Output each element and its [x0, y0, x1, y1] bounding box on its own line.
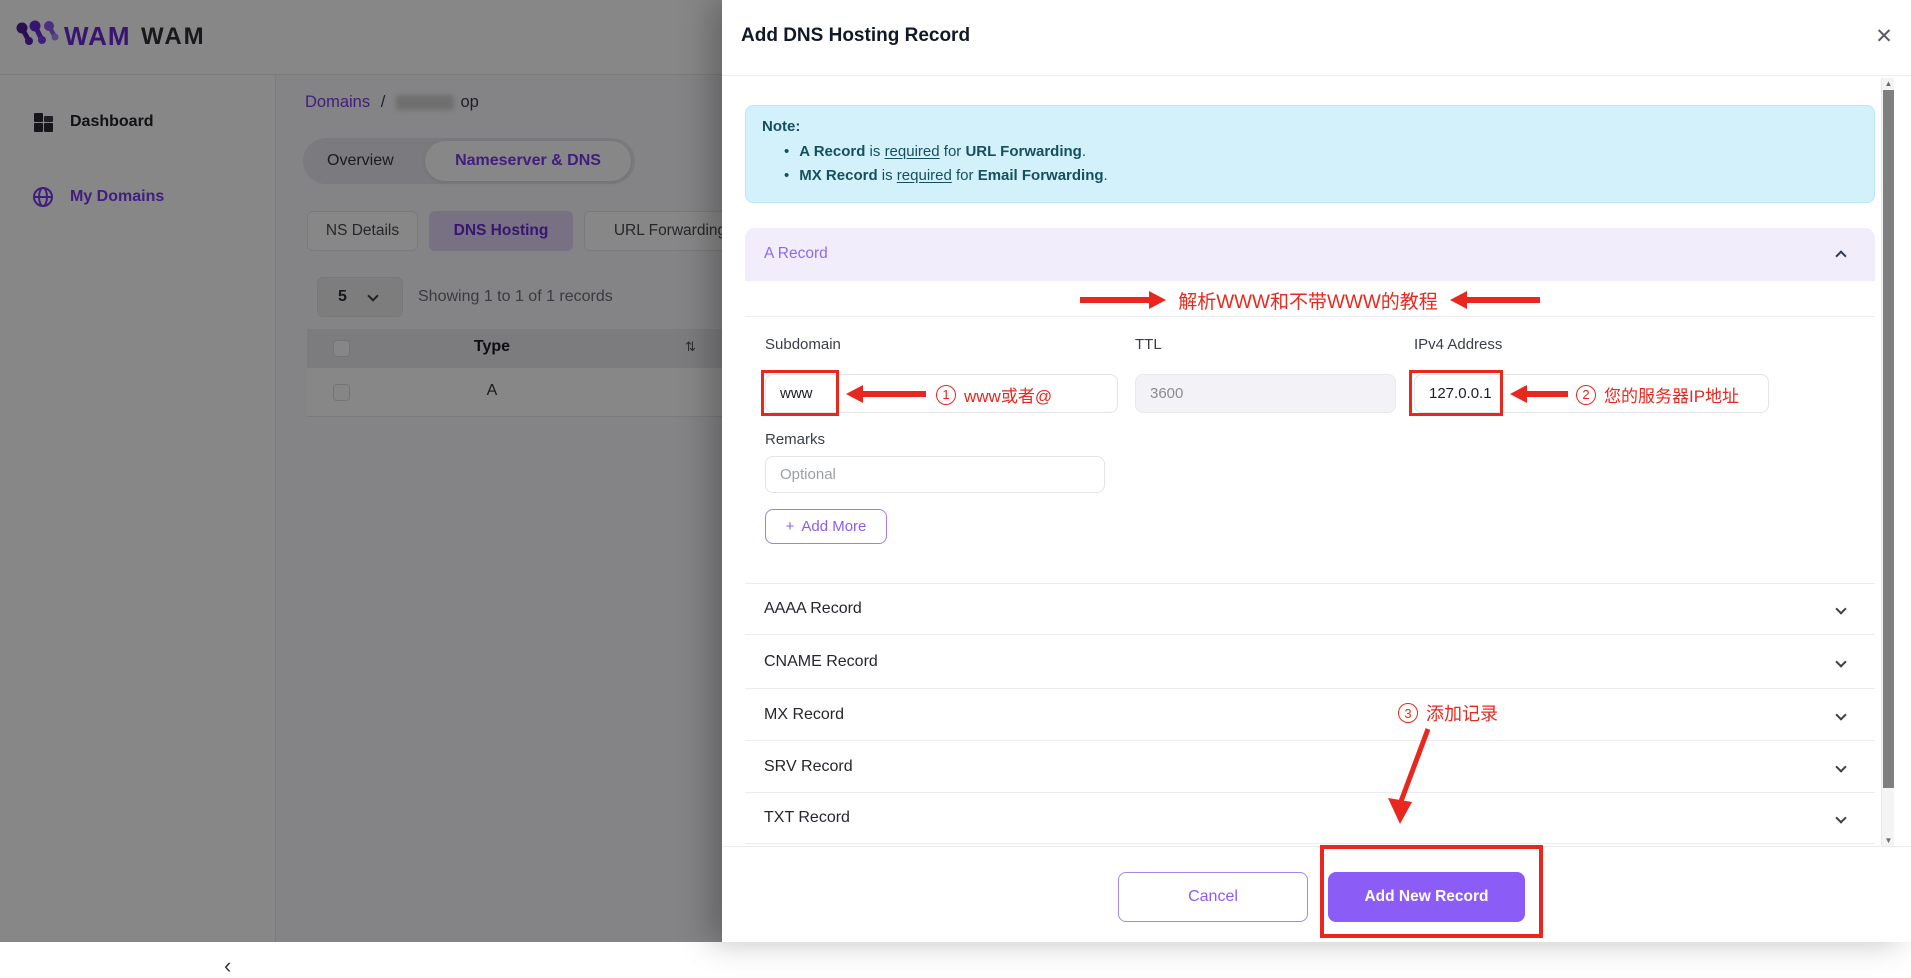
- scrollbar-thumb[interactable]: [1883, 90, 1894, 788]
- add-dns-record-modal: Add DNS Hosting Record ✕ Note: • A Recor…: [722, 0, 1911, 942]
- header-divider: [722, 75, 1911, 76]
- tutorial-annotation: 解析WWW和不带WWW的教程: [745, 286, 1875, 314]
- accordion-cname-record[interactable]: CNAME Record: [745, 634, 1875, 688]
- step1-number: 1: [936, 385, 956, 405]
- accordion-srv-record[interactable]: SRV Record: [745, 740, 1875, 792]
- bullet-icon: •: [784, 167, 789, 184]
- ttl-input[interactable]: [1135, 374, 1396, 413]
- accordion-title: A Record: [764, 245, 828, 263]
- add-new-record-button[interactable]: Add New Record: [1328, 872, 1525, 922]
- accordion-mx-record[interactable]: MX Record: [745, 688, 1875, 740]
- plus-icon: +: [786, 518, 795, 535]
- chevron-down-icon: [1835, 761, 1846, 772]
- note-item-a-record: • A Record is required for URL Forwardin…: [784, 143, 1086, 160]
- red-arrow-right-icon: [1080, 291, 1166, 309]
- note-box: Note: • A Record is required for URL For…: [745, 105, 1875, 203]
- ttl-label: TTL: [1135, 336, 1162, 353]
- chevron-down-icon: [1835, 656, 1846, 667]
- remarks-input[interactable]: [765, 456, 1105, 493]
- chevron-down-icon: [1835, 812, 1846, 823]
- remarks-label: Remarks: [765, 431, 825, 448]
- step3-number: 3: [1398, 703, 1418, 723]
- step3-text: 添加记录: [1426, 700, 1498, 726]
- red-arrow-left-icon: [1450, 291, 1540, 309]
- step1-annotation: 1 www或者@: [936, 382, 1052, 407]
- scroll-up-icon[interactable]: ▲: [1882, 79, 1895, 88]
- step2-number: 2: [1576, 385, 1596, 405]
- add-more-button[interactable]: + Add More: [765, 509, 887, 544]
- ipv4-label: IPv4 Address: [1414, 336, 1502, 353]
- note-item-mx-record: • MX Record is required for Email Forwar…: [784, 167, 1108, 184]
- modal-scrollbar[interactable]: ▲ ▼: [1881, 78, 1894, 846]
- accordion-a-record[interactable]: A Record: [745, 228, 1875, 281]
- red-arrow-left-icon: [1510, 385, 1568, 403]
- scroll-down-icon[interactable]: ▼: [1882, 836, 1895, 845]
- chevron-down-icon: [1835, 709, 1846, 720]
- tutorial-annotation-text: 解析WWW和不带WWW的教程: [1178, 287, 1438, 314]
- step2-text: 您的服务器IP地址: [1604, 382, 1739, 407]
- step2-annotation: 2 您的服务器IP地址: [1576, 382, 1739, 407]
- section-divider: [745, 316, 1875, 317]
- subdomain-label: Subdomain: [765, 336, 841, 353]
- note-heading: Note:: [762, 118, 800, 135]
- accordion-aaaa-record[interactable]: AAAA Record: [745, 583, 1875, 634]
- bullet-icon: •: [784, 143, 789, 160]
- chevron-down-icon: [1835, 603, 1846, 614]
- chevron-up-icon: [1835, 250, 1846, 261]
- accordion-txt-record[interactable]: TXT Record: [745, 792, 1875, 844]
- sidebar-collapse-button[interactable]: ‹: [224, 955, 231, 977]
- footer-divider: [722, 846, 1911, 847]
- red-arrow-left-icon: [846, 385, 926, 403]
- step1-text: www或者@: [964, 382, 1052, 407]
- add-more-label: Add More: [801, 518, 866, 535]
- close-icon[interactable]: ✕: [1868, 20, 1900, 52]
- step3-annotation: 3 添加记录: [1398, 700, 1498, 726]
- cancel-button[interactable]: Cancel: [1118, 872, 1308, 922]
- modal-title: Add DNS Hosting Record: [741, 25, 970, 47]
- red-arrow-down-icon: [1374, 726, 1446, 830]
